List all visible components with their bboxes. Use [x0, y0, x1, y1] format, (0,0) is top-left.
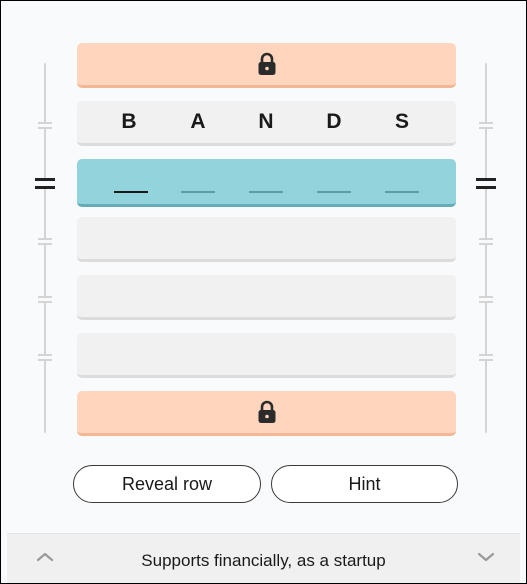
left-grip-row-5[interactable] — [38, 296, 52, 303]
letter-slot[interactable] — [385, 191, 419, 193]
chevron-down-icon[interactable] — [476, 550, 496, 564]
left-grip-active[interactable] — [35, 178, 55, 189]
right-grip-row-4[interactable] — [479, 238, 493, 245]
locked-row-top[interactable] — [77, 43, 456, 88]
locked-row-bottom[interactable] — [77, 391, 456, 436]
lock-icon — [258, 400, 275, 423]
hint-button[interactable]: Hint — [271, 465, 458, 503]
guess-row[interactable]: B A N D S — [77, 101, 456, 146]
reveal-row-button[interactable]: Reveal row — [73, 465, 261, 503]
left-track — [44, 63, 46, 433]
letter-slot[interactable] — [317, 191, 351, 193]
left-grip-row-2[interactable] — [38, 122, 52, 129]
lock-icon — [258, 52, 275, 75]
right-grip-active[interactable] — [476, 178, 496, 189]
right-grip-row-5[interactable] — [479, 296, 493, 303]
empty-row[interactable] — [77, 217, 456, 262]
clue-bar: Supports financially, as a startup — [7, 533, 520, 583]
letter-tile: B — [121, 110, 137, 133]
empty-row[interactable] — [77, 275, 456, 320]
empty-row[interactable] — [77, 333, 456, 378]
left-grip-row-4[interactable] — [38, 238, 52, 245]
right-track — [485, 63, 487, 433]
letter-tile: A — [190, 110, 206, 133]
letter-slot[interactable] — [181, 191, 215, 193]
game-panel: B A N D S Reveal row Hint Supports finan… — [0, 0, 527, 584]
left-grip-row-6[interactable] — [38, 354, 52, 361]
right-grip-row-6[interactable] — [479, 354, 493, 361]
letter-slot[interactable] — [249, 191, 283, 193]
letter-tile: S — [394, 110, 410, 133]
clue-text: Supports financially, as a startup — [141, 551, 386, 570]
letter-tile: D — [326, 110, 342, 133]
letter-tile: N — [258, 110, 274, 133]
right-grip-row-2[interactable] — [479, 122, 493, 129]
letter-slot-current[interactable] — [114, 191, 148, 193]
active-input-row[interactable] — [77, 159, 456, 207]
